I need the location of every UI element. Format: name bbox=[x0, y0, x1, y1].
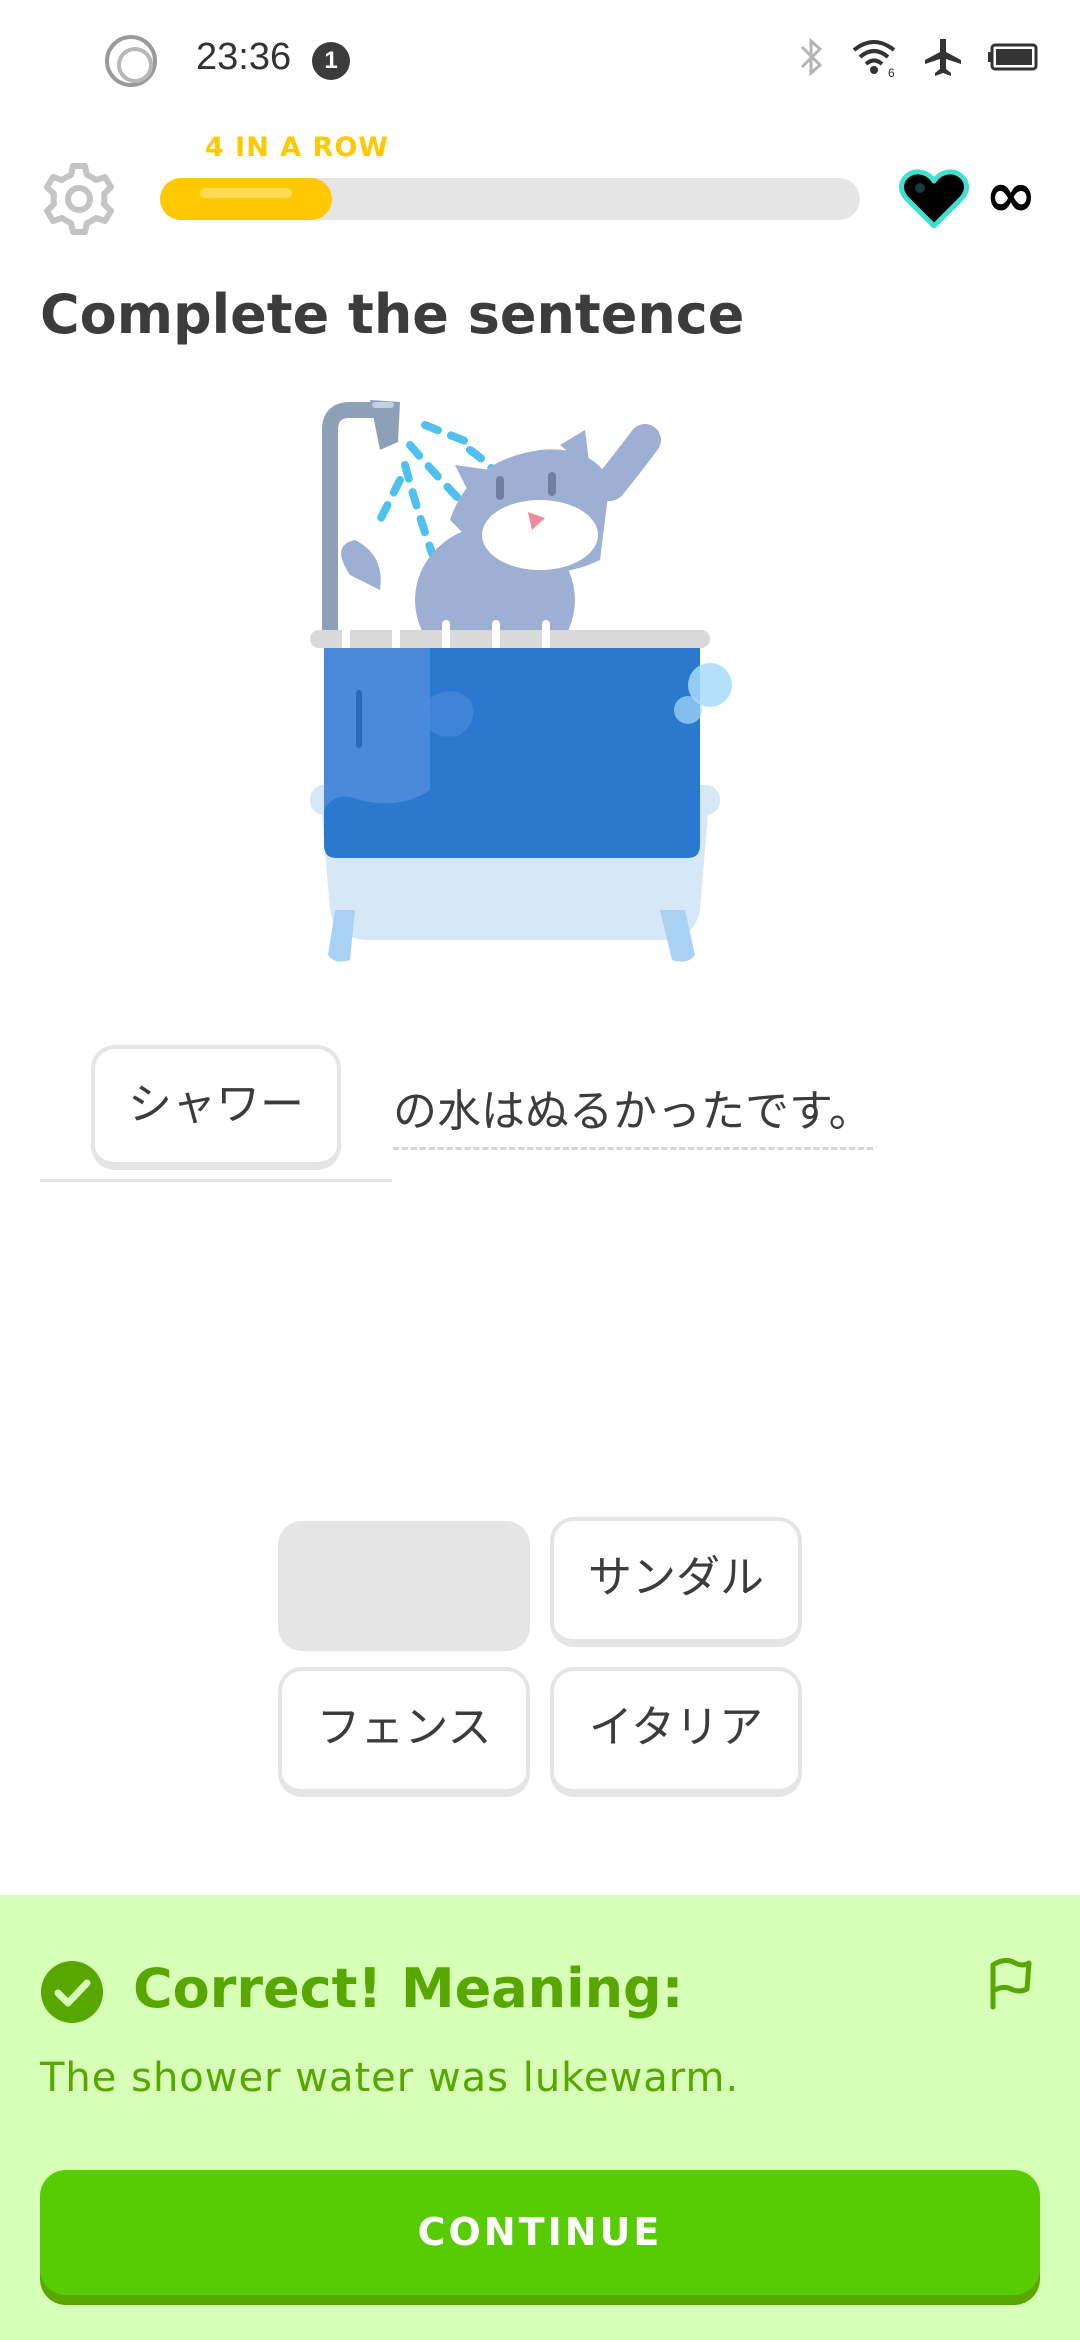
word-chip[interactable]: フェンス bbox=[278, 1667, 530, 1797]
bluetooth-icon bbox=[800, 37, 823, 77]
record-icon bbox=[105, 35, 157, 87]
feedback-panel: Correct! Meaning: The shower water was l… bbox=[0, 1895, 1080, 2340]
lesson-progress-bar bbox=[160, 178, 860, 220]
streak-label: 4 IN A ROW bbox=[205, 132, 390, 163]
sentence-text: の水はぬるかったです。 bbox=[393, 1075, 873, 1150]
cat-in-shower-illustration bbox=[310, 400, 732, 962]
status-icons: 6 bbox=[798, 36, 1040, 78]
checkmark-circle-icon bbox=[41, 1961, 103, 2023]
continue-button[interactable]: CONTINUE bbox=[40, 2170, 1040, 2295]
infinite-hearts-value: ∞ bbox=[985, 158, 1037, 231]
sentence-rest: の水はぬるかったです。 bbox=[393, 1086, 873, 1150]
wifi-icon: 6 bbox=[852, 40, 896, 78]
progress-shine bbox=[200, 188, 292, 198]
word-chip[interactable]: イタリア bbox=[550, 1667, 802, 1797]
gear-icon[interactable] bbox=[40, 160, 118, 238]
status-bar: 23:36 1 6 bbox=[0, 0, 1080, 120]
airplane-icon bbox=[925, 39, 961, 76]
wifi-badge: 6 bbox=[888, 66, 895, 78]
status-time: 23:36 bbox=[196, 36, 292, 78]
selected-answer-chip[interactable]: シャワー bbox=[91, 1045, 341, 1170]
heart-icon[interactable] bbox=[898, 168, 970, 230]
notification-badge: 1 bbox=[312, 42, 350, 80]
word-chip[interactable]: サンダル bbox=[550, 1517, 802, 1647]
exercise-title: Complete the sentence bbox=[40, 283, 745, 346]
progress-fill bbox=[160, 178, 332, 220]
translation-text: The shower water was lukewarm. bbox=[40, 2055, 740, 2101]
feedback-title: Correct! Meaning: bbox=[133, 1957, 684, 2020]
word-chip-placeholder bbox=[278, 1521, 530, 1651]
flag-icon[interactable] bbox=[985, 1955, 1035, 2011]
battery-icon bbox=[988, 43, 1038, 71]
